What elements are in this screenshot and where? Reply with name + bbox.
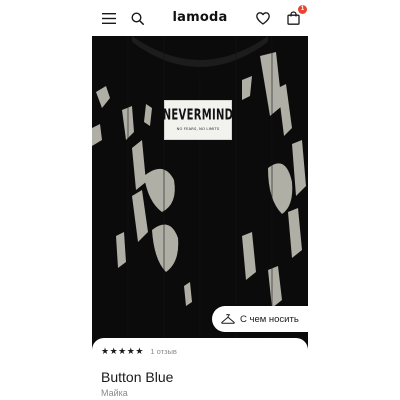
shopping-bag-icon[interactable]: 1: [284, 5, 307, 27]
star-icon: ★: [109, 346, 118, 356]
what-to-wear-with-label: С чем носить: [240, 313, 299, 325]
brand-label-patch: NEVERMIND NO FEARS, NO LIMITS: [162, 100, 234, 140]
lamoda-logo[interactable]: lamoda: [92, 10, 308, 25]
cart-count-badge: 1: [298, 5, 307, 14]
label-tagline-text: NO FEARS, NO LIMITS: [176, 126, 220, 131]
rating-row: ★ ★ ★ ★ ★ 1 отзыв: [101, 347, 177, 357]
heart-icon[interactable]: [254, 9, 272, 27]
star-icon: ★: [118, 346, 127, 356]
rating-stars: ★ ★ ★ ★ ★: [101, 347, 143, 356]
product-screen: lamoda 1 NEVERMIND NO FEARS, NO LIMITS С…: [92, 0, 308, 400]
reviews-link[interactable]: 1 отзыв: [150, 347, 177, 356]
product-info-sheet: ★ ★ ★ ★ ★ 1 отзыв Button Blue Майка: [92, 338, 308, 400]
product-title: Button Blue: [101, 369, 174, 385]
star-icon: ★: [126, 346, 135, 356]
product-category: Майка: [101, 388, 128, 398]
top-navigation-bar: lamoda 1: [92, 0, 308, 36]
label-brand-text: NEVERMIND: [162, 106, 234, 124]
star-icon: ★: [101, 346, 110, 356]
hanger-icon: [221, 314, 235, 324]
what-to-wear-with-button[interactable]: С чем носить: [212, 306, 308, 332]
star-icon: ★: [135, 346, 144, 356]
